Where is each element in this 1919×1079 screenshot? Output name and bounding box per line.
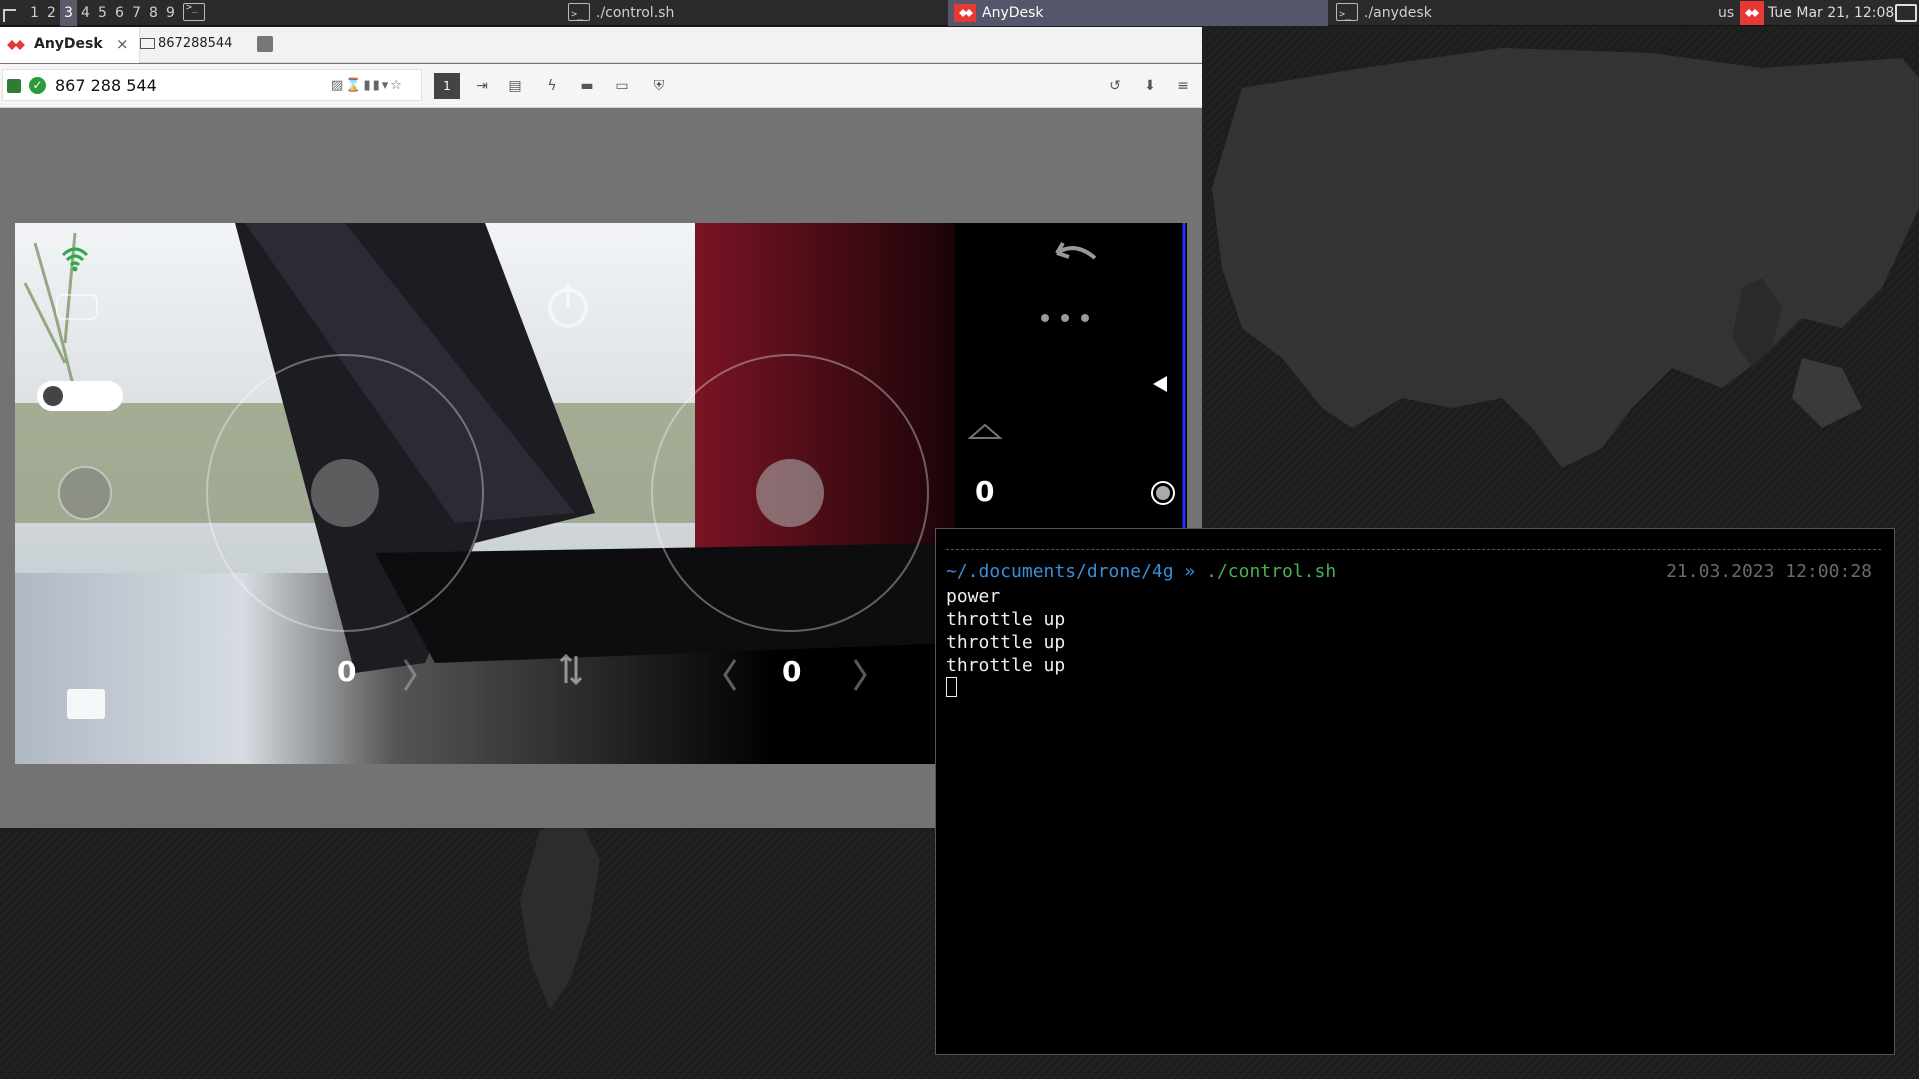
world-map-wallpaper — [1212, 48, 1919, 468]
output-line: throttle up — [946, 655, 1066, 676]
prompt-path: ~/.documents/drone/4g — [946, 561, 1174, 582]
taskbar-item-label: AnyDesk — [982, 5, 1044, 21]
altitude-value: 0 — [975, 475, 995, 508]
output-line: throttle up — [946, 609, 1066, 630]
taskbar-item-control-sh[interactable]: ./control.sh — [562, 0, 946, 28]
terminal-output: power throttle up throttle up throttle up — [946, 585, 1065, 677]
tab-session-label: 867288544 — [158, 36, 233, 51]
terminal-window[interactable]: ~/.documents/drone/4g » ./control.sh 21.… — [935, 528, 1895, 1055]
taskbar-item-label: ./control.sh — [596, 5, 675, 21]
keyboard-icon[interactable]: ▬ — [575, 74, 599, 98]
tab-home-label: AnyDesk — [34, 36, 103, 52]
left-stick-value: 0 — [337, 655, 357, 688]
permission-icons[interactable]: ▨⌛▮▮▾☆ — [331, 78, 404, 93]
terminal-icon — [1336, 2, 1358, 28]
anydesk-logo-icon — [7, 40, 25, 50]
workspace-9[interactable]: 9 — [162, 0, 179, 26]
keyboard-layout-indicator[interactable]: us — [1718, 0, 1734, 26]
permissions-shield-icon[interactable]: ⛨ — [647, 74, 671, 98]
prompt-command: ./control.sh — [1206, 561, 1337, 582]
file-transfer-icon[interactable]: ⇥ — [470, 74, 494, 98]
display-tray-icon[interactable] — [1895, 4, 1917, 22]
right-stick-value: 0 — [782, 655, 802, 688]
terminal-prompt: ~/.documents/drone/4g » ./control.sh — [946, 561, 1336, 582]
world-map-fragment — [520, 820, 600, 1010]
tab-anydesk-home[interactable]: AnyDesk × — [0, 27, 140, 63]
anydesk-icon — [954, 4, 976, 22]
output-line: throttle up — [946, 632, 1066, 653]
taskbar-item-label: ./anydesk — [1364, 5, 1432, 21]
prompt-arrow: » — [1184, 561, 1196, 582]
new-tab-icon[interactable] — [257, 36, 273, 52]
terminal-launcher-icon[interactable] — [183, 2, 205, 21]
connected-check-icon: ✓ — [29, 77, 46, 94]
anydesk-tab-bar: AnyDesk × 867288544 — [0, 27, 1202, 63]
anydesk-toolbar: ✓ 867 288 544 ▨⌛▮▮▾☆ 1 ⇥ ▤ ϟ ▬ ▭ ⛨ ↺ ⬇ ≡ — [0, 64, 1202, 108]
workspace-5[interactable]: 5 — [94, 0, 111, 26]
terminal-cursor — [946, 677, 957, 697]
terminal-icon — [568, 2, 590, 28]
workspace-7[interactable]: 7 — [128, 0, 145, 26]
menu-hamburger-icon[interactable]: ≡ — [1171, 74, 1195, 98]
anydesk-tray-icon[interactable] — [1740, 1, 1764, 25]
prompt-separator — [946, 549, 1881, 550]
workspace-3[interactable]: 3 — [60, 0, 77, 26]
chat-icon[interactable]: ▤ — [503, 74, 527, 98]
display-select-button[interactable]: 1 — [434, 73, 460, 99]
prompt-timestamp: 21.03.2023 12:00:28 — [1666, 561, 1872, 582]
workspace-switcher: 1 2 3 4 5 6 7 8 9 — [26, 0, 179, 26]
download-icon[interactable]: ⬇ — [1138, 74, 1162, 98]
workspace-8[interactable]: 8 — [145, 0, 162, 26]
actions-icon[interactable]: ϟ — [540, 74, 564, 98]
workspace-2[interactable]: 2 — [43, 0, 60, 26]
taskbar-item-anydesk-terminal[interactable]: ./anydesk — [1330, 0, 1700, 28]
workspace-1[interactable]: 1 — [26, 0, 43, 26]
workspace-4[interactable]: 4 — [77, 0, 94, 26]
history-icon[interactable]: ↺ — [1103, 74, 1127, 98]
clock[interactable]: Tue Mar 21, 12:08 — [1768, 0, 1894, 26]
taskbar-item-anydesk[interactable]: AnyDesk — [948, 0, 1328, 26]
menu-corner-icon[interactable] — [2, 4, 22, 24]
display-settings-icon[interactable]: ▭ — [610, 74, 634, 98]
output-line: power — [946, 586, 1001, 607]
top-panel: 1 2 3 4 5 6 7 8 9 ./control.sh AnyDesk .… — [0, 0, 1919, 28]
tab-remote-session[interactable]: 867288544 — [140, 27, 246, 63]
address-bar[interactable]: ✓ 867 288 544 ▨⌛▮▮▾☆ — [2, 69, 422, 101]
tab-close-button[interactable]: × — [116, 35, 129, 53]
workspace-6[interactable]: 6 — [111, 0, 128, 26]
address-value: 867 288 544 — [55, 76, 157, 95]
monitor-icon — [140, 38, 155, 49]
session-status-icon — [7, 79, 21, 93]
